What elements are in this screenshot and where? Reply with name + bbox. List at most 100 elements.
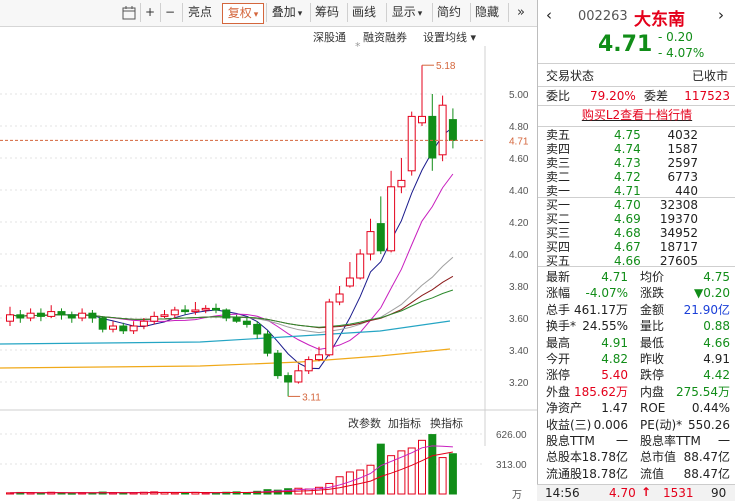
stat-label: 换手* xyxy=(546,319,577,334)
stat-value: 18.78亿 xyxy=(581,466,628,481)
sell-price: 4.72 xyxy=(614,170,641,184)
chart-grid xyxy=(0,46,486,446)
candle-up xyxy=(438,104,447,156)
prev-stock-icon[interactable]: ‹ xyxy=(546,6,552,24)
candle-up xyxy=(201,307,210,311)
buy-row: 买一 4.70 32308 xyxy=(538,198,735,212)
stat-label: 内盘 xyxy=(640,384,665,399)
weicha-value: 117523 xyxy=(684,89,730,103)
candle-up xyxy=(139,320,148,327)
buy-row: 买三 4.68 34952 xyxy=(538,226,735,240)
buy-l2-link[interactable]: 购买L2查看十档行情 xyxy=(538,107,735,123)
switch-indicator-link[interactable]: 换指标 xyxy=(430,415,463,431)
price-tick-label: 4.60 xyxy=(509,154,529,165)
candle-down xyxy=(222,309,231,319)
next-stock-icon[interactable]: › xyxy=(718,6,724,24)
stat-value: 185.62万 xyxy=(574,384,628,399)
price-tick-label: 4.40 xyxy=(509,186,529,197)
ma10-line xyxy=(9,173,454,350)
sell-label: 卖二 xyxy=(546,170,571,184)
link-shenguotong[interactable]: 深股通 xyxy=(313,29,346,45)
trade-status-row: 交易状态 已收市 xyxy=(538,68,735,84)
weibi-row: 委比 79.20% 委差 117523 xyxy=(538,88,735,104)
sell-price: 4.73 xyxy=(614,156,641,170)
stat-label: 总手 xyxy=(546,302,571,317)
moving-average-lines xyxy=(0,126,454,370)
stat-row: 外盘 185.62万 内盘 275.54万 xyxy=(538,384,735,400)
sell-row: 卖二 4.72 6773 xyxy=(538,170,735,184)
sell-label: 卖五 xyxy=(546,128,571,142)
stat-value: -4.07% xyxy=(585,286,628,301)
quote-panel: ‹ › 002263 大东南 4.71 - 0.20 - 4.07% 交易状态 … xyxy=(537,0,735,500)
stat-label: 昨收 xyxy=(640,352,665,366)
stat-label: 流通股 xyxy=(546,466,583,481)
sell-volume: 6773 xyxy=(667,170,698,184)
candle-up xyxy=(356,253,365,279)
add-indicator-link[interactable]: 加指标 xyxy=(388,415,421,431)
toolbar-button-highlights[interactable]: 亮点 xyxy=(182,3,217,22)
stat-label: 今开 xyxy=(546,352,571,366)
candle-up xyxy=(345,277,354,287)
toolbar-button-hide[interactable]: 隐藏 xyxy=(470,3,503,22)
candle-up xyxy=(304,359,313,372)
link-margin-trading[interactable]: 融资融券 xyxy=(363,29,407,45)
chart-toolbar: + − 亮点 复权 ▾ 叠加 ▾ 筹码 画线 显示 ▾ 简约 隐藏 » xyxy=(0,0,537,27)
trade-status-label: 交易状态 xyxy=(546,69,595,83)
current-price-label: 4.71 xyxy=(509,136,529,147)
sell-price: 4.74 xyxy=(614,142,641,156)
status-count: 90 xyxy=(711,486,727,500)
candle-up xyxy=(26,312,35,319)
candle-down xyxy=(376,223,385,252)
stat-label: 金额 xyxy=(640,302,665,317)
toolbar-button-display[interactable]: 显示 ▾ xyxy=(386,3,427,22)
stat-value: 24.55% xyxy=(582,319,628,334)
calendar-icon[interactable] xyxy=(120,3,138,22)
candle-up xyxy=(387,186,396,252)
edit-params-link[interactable]: 改参数 xyxy=(348,415,381,431)
stat-value: 4.75 xyxy=(703,270,730,284)
stat-value: 4.91 xyxy=(703,352,730,366)
double-chevron-right-icon[interactable]: » xyxy=(508,3,533,22)
volume-bar xyxy=(418,439,426,495)
stat-value: 4.82 xyxy=(601,352,628,366)
candle-up xyxy=(294,370,303,383)
candle-up xyxy=(6,314,14,322)
candle-down xyxy=(273,352,282,377)
ma120-line xyxy=(0,348,451,369)
status-time: 14:56 xyxy=(545,486,580,500)
volume-bar xyxy=(438,457,447,495)
volume-bar xyxy=(407,447,416,495)
stat-label: 净资产 xyxy=(546,401,583,416)
zoom-in-icon[interactable]: + xyxy=(140,3,159,22)
stat-row: 涨幅 -4.07% 涨跌 ▼0.20 xyxy=(538,285,735,301)
price-tick-label: 4.20 xyxy=(509,218,529,229)
stat-value: 0.88 xyxy=(703,319,730,334)
zoom-out-icon[interactable]: − xyxy=(160,3,179,22)
stat-label: 收益(三) xyxy=(546,417,592,432)
candle-down xyxy=(36,312,45,317)
toolbar-button-overlay[interactable]: 叠加 ▾ xyxy=(266,3,307,22)
candle-down xyxy=(284,375,293,383)
stat-row: 净资产 1.47 ROE 0.44% xyxy=(538,400,735,416)
toolbar-button-chips[interactable]: 筹码 xyxy=(310,3,343,22)
toolbar-button-fuquan[interactable]: 复权 ▾ xyxy=(222,3,264,24)
candle-up xyxy=(397,179,406,188)
toolbar-button-draw[interactable]: 画线 xyxy=(347,3,380,22)
candle-down xyxy=(253,323,262,335)
candle-down xyxy=(88,312,97,319)
candle-down xyxy=(57,311,66,316)
stat-value: 550.26 xyxy=(688,417,730,432)
candle-down xyxy=(232,317,241,322)
toolbar-button-simple[interactable]: 简约 xyxy=(432,3,465,22)
weicha-label: 委差 xyxy=(644,89,669,103)
stat-row: 收益(三) 0.006 PE(动)* 550.26 xyxy=(538,417,735,433)
stat-row: 最高 4.91 最低 4.66 xyxy=(538,335,735,351)
candle-up xyxy=(315,354,323,361)
stat-label: 跌停 xyxy=(640,368,665,383)
stat-value: 88.47亿 xyxy=(683,466,730,481)
buy-label: 买二 xyxy=(546,212,571,226)
stat-row: 换手* 24.55% 量比 0.88 xyxy=(538,318,735,334)
ma-settings-dropdown[interactable]: 设置均线 ▾ xyxy=(423,29,476,45)
trade-status-value: 已收市 xyxy=(691,69,728,83)
ma30-line xyxy=(9,275,454,329)
